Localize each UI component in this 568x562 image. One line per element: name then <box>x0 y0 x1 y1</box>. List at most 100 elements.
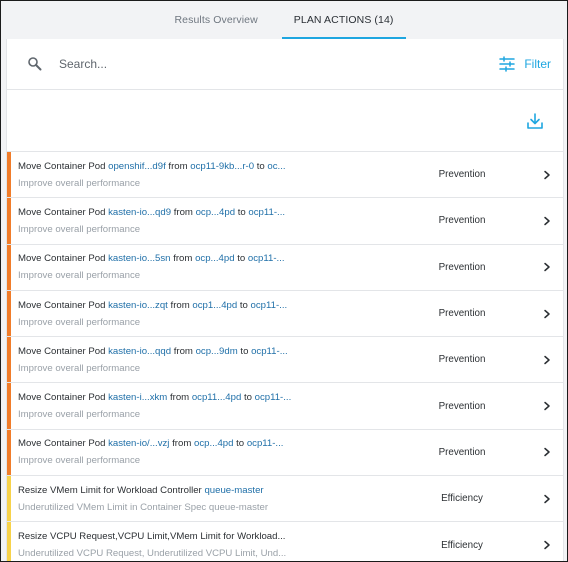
action-dest-link[interactable]: oc... <box>267 161 285 172</box>
chevron-right-icon[interactable] <box>542 447 552 457</box>
action-entity-link[interactable]: queue-master <box>204 485 263 496</box>
severity-bar <box>7 290 11 337</box>
action-prefix: Move Container Pod <box>18 160 109 172</box>
action-dest-link[interactable]: ocp11-... <box>251 300 288 311</box>
action-subtitle: Underutilized VCPU Request, Underutilize… <box>18 548 287 560</box>
action-text: Move Container Pod kasten-i...xkm from o… <box>7 391 297 421</box>
chevron-right-icon[interactable] <box>542 170 552 180</box>
chevron-right-icon[interactable] <box>542 494 552 504</box>
action-dest-link[interactable]: ocp11-... <box>255 392 292 403</box>
tab-plan-actions[interactable]: PLAN ACTIONS (14) <box>281 1 406 39</box>
filter-button[interactable]: Filter <box>499 56 551 72</box>
action-text: Resize VMem Limit for Workload Controlle… <box>7 484 297 514</box>
action-row[interactable]: Move Container Pod kasten-io...qd9 from … <box>7 198 563 245</box>
action-source-link[interactable]: ocp11-9kb...r-0 <box>190 161 254 172</box>
action-dest-link[interactable]: ocp11-... <box>248 253 285 264</box>
action-from-word: from <box>171 345 196 357</box>
action-title: Move Container Pod kasten-i...xkm from o… <box>18 391 297 404</box>
action-list: Move Container Pod openshif...d9f from o… <box>7 152 563 561</box>
search-icon <box>28 57 42 71</box>
action-text: Move Container Pod kasten-io...qqd from … <box>7 345 297 375</box>
chevron-right-icon[interactable] <box>542 216 552 226</box>
action-row[interactable]: Move Container Pod kasten-io...zqt from … <box>7 290 563 338</box>
action-row[interactable]: Move Container Pod kasten-io...5sn from … <box>7 244 563 291</box>
action-entity-link[interactable]: kasten-io...qd9 <box>108 207 171 218</box>
action-source-link[interactable]: ocp...9dm <box>196 346 238 357</box>
action-from-word: from <box>169 438 194 450</box>
severity-bar <box>7 429 11 476</box>
action-entity-link[interactable]: kasten-io...5sn <box>108 253 170 264</box>
action-subtitle: Improve overall performance <box>18 455 141 467</box>
action-category: Prevention <box>438 169 486 181</box>
action-prefix: Move Container Pod <box>18 206 109 218</box>
action-subtitle: Improve overall performance <box>18 177 141 189</box>
action-category: Prevention <box>438 261 486 273</box>
action-to-word: to <box>235 206 249 218</box>
action-subtitle: Improve overall performance <box>18 223 141 235</box>
filter-icon <box>499 56 516 72</box>
chevron-right-icon[interactable] <box>542 540 552 550</box>
action-source-link[interactable]: ocp...4pd <box>196 207 235 218</box>
chevron-right-icon[interactable] <box>542 401 552 411</box>
action-row[interactable]: Move Container Pod kasten-io/...vzj from… <box>7 429 563 477</box>
action-row[interactable]: Resize VCPU Request,VCPU Limit,VMem Limi… <box>7 522 563 561</box>
action-source-link[interactable]: ocp11...4pd <box>192 392 241 403</box>
filter-label: Filter <box>524 57 551 71</box>
action-category: Prevention <box>438 308 486 320</box>
action-category: Prevention <box>438 446 486 458</box>
action-dest-link[interactable]: ocp11-... <box>247 438 284 449</box>
action-dest-link[interactable]: ocp11-... <box>251 346 288 357</box>
action-title: Move Container Pod openshif...d9f from o… <box>18 160 297 173</box>
action-row[interactable]: Move Container Pod openshif...d9f from o… <box>7 152 563 199</box>
action-subtitle: Improve overall performance <box>18 362 141 374</box>
action-entity-link[interactable]: kasten-io...zqt <box>108 300 168 311</box>
severity-bar <box>7 383 11 429</box>
action-entity-link[interactable]: kasten-i...xkm <box>108 392 167 403</box>
actions-toolbar <box>7 90 563 152</box>
tab-results-overview[interactable]: Results Overview <box>162 1 269 39</box>
action-entity-link[interactable]: kasten-io...qqd <box>108 346 171 357</box>
download-icon[interactable] <box>526 112 544 130</box>
action-prefix: Resize VCPU Request,VCPU Limit,VMem Limi… <box>18 531 286 543</box>
search-input[interactable] <box>59 57 500 71</box>
chevron-right-icon[interactable] <box>542 355 552 365</box>
action-title: Move Container Pod kasten-io...zqt from … <box>18 299 297 312</box>
action-category: Prevention <box>438 400 486 412</box>
action-prefix: Move Container Pod <box>18 253 109 265</box>
action-row[interactable]: Move Container Pod kasten-io...qqd from … <box>7 337 563 384</box>
action-category: Prevention <box>438 215 486 227</box>
action-source-link[interactable]: ocp...4pd <box>195 253 234 264</box>
severity-bar <box>7 198 11 244</box>
action-subtitle: Improve overall performance <box>18 270 141 282</box>
action-entity-link[interactable]: openshif...d9f <box>108 161 166 172</box>
action-row[interactable]: Move Container Pod kasten-i...xkm from o… <box>7 383 563 430</box>
action-source-link[interactable]: ocp1...4pd <box>192 300 237 311</box>
action-row[interactable]: Resize VMem Limit for Workload Controlle… <box>7 476 563 523</box>
chevron-right-icon[interactable] <box>542 262 552 272</box>
action-category: Efficiency <box>441 493 483 505</box>
action-prefix: Move Container Pod <box>18 438 109 450</box>
action-title: Resize VCPU Request,VCPU Limit,VMem Limi… <box>18 530 297 543</box>
action-category: Prevention <box>438 354 486 366</box>
action-title: Move Container Pod kasten-io...qqd from … <box>18 345 297 358</box>
search-bar: Filter <box>7 39 563 90</box>
action-source-link[interactable]: ocp...4pd <box>194 438 233 449</box>
action-subtitle: Improve overall performance <box>18 316 141 328</box>
action-to-word: to <box>233 438 247 450</box>
action-text: Move Container Pod kasten-io...5sn from … <box>7 252 297 282</box>
severity-bar <box>7 152 11 198</box>
severity-bar <box>7 244 11 290</box>
action-subtitle: Improve overall performance <box>18 409 141 421</box>
action-prefix: Resize VMem Limit for Workload Controlle… <box>18 484 205 496</box>
action-category: Efficiency <box>441 539 483 551</box>
action-title: Move Container Pod kasten-io...5sn from … <box>18 252 297 265</box>
action-from-word: from <box>171 206 196 218</box>
action-to-word: to <box>237 299 251 311</box>
action-title: Move Container Pod kasten-io...qd9 from … <box>18 206 297 219</box>
chevron-right-icon[interactable] <box>542 309 552 319</box>
action-dest-link[interactable]: ocp11-... <box>248 207 285 218</box>
action-text: Move Container Pod kasten-io...zqt from … <box>7 299 297 329</box>
action-text: Resize VCPU Request,VCPU Limit,VMem Limi… <box>7 530 297 560</box>
action-entity-link[interactable]: kasten-io/...vzj <box>108 438 169 449</box>
severity-bar <box>7 337 11 383</box>
